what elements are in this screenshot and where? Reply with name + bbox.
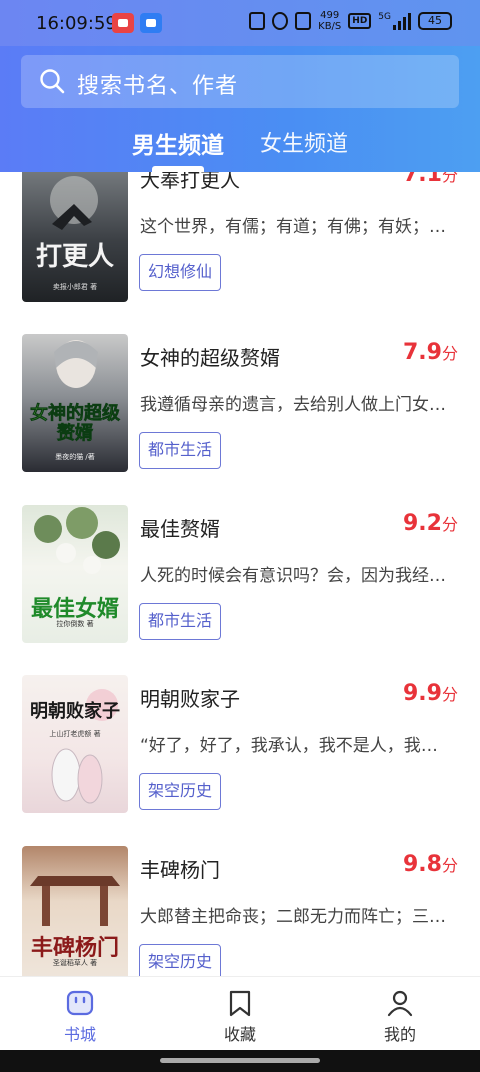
battery-icon: 45 (418, 12, 452, 30)
book-score: 9.8分 (403, 852, 458, 877)
score-unit: 分 (441, 856, 458, 875)
book-category-tag[interactable]: 幻想修仙 (139, 254, 222, 291)
list-item[interactable]: 最佳女婿 拉你倒数 著 最佳赘婿 9.2分 人死的时候会有意识吗？会，因为我经历… (0, 505, 480, 675)
tab-female-channel[interactable]: 女生频道 (260, 126, 348, 158)
book-category-tag[interactable]: 架空历史 (139, 773, 222, 810)
nav-bookstore[interactable]: 书城 (0, 977, 160, 1051)
book-description: 我遵循母亲的遗言，去给别人做上门女婿。 (140, 395, 450, 415)
cover-title: 女神的超级赘婿 (30, 403, 121, 444)
person-icon (387, 990, 413, 1017)
cover-artwork (51, 689, 118, 804)
cover-title: 打更人 (35, 242, 114, 272)
score-value: 9.8 (403, 852, 442, 877)
list-item[interactable]: 明朝败家子 上山打老虎额 著 明朝败家子 9.9分 “好了，好了，我承认，我不是… (0, 675, 480, 845)
book-description: 大郎替主把命丧；二郎无力而阵亡；三郎马踏如泥浆。 (140, 907, 450, 927)
search-icon (40, 69, 65, 94)
network-speed-value: 499 (320, 10, 340, 21)
score-unit: 分 (441, 172, 458, 185)
list-item[interactable]: 丰碑杨门 圣诞稻草人 著 丰碑杨门 9.8分 大郎替主把命丧；二郎无力而阵亡；三… (0, 846, 480, 976)
header: 16:09:59 499 KB/S HD 5G 45 搜索书名、作者 男生频道 (0, 0, 480, 172)
book-score: 7.1分 (403, 172, 458, 187)
book-cover[interactable]: 打更人 卖报小郎君 著 (22, 172, 128, 302)
book-score: 9.2分 (403, 511, 458, 536)
score-unit: 分 (441, 515, 458, 534)
cover-author: 墨夜的猫 /著 (55, 453, 95, 461)
book-category-tag[interactable]: 架空历史 (139, 944, 222, 976)
bottom-navigation: 书城 收藏 我的 (0, 976, 480, 1050)
list-item[interactable]: 女神的超级赘婿 墨夜的猫 /著 女神的超级赘婿 7.9分 我遵循母亲的遗言，去给… (0, 334, 480, 504)
list-item[interactable]: 打更人 卖报小郎君 著 大奉打更人 7.1分 这个世界，有儒；有道；有佛；有妖；… (0, 172, 480, 334)
cover-author: 拉你倒数 著 (56, 620, 94, 628)
cover-author: 圣诞稻草人 著 (52, 959, 98, 967)
book-cover[interactable]: 最佳女婿 拉你倒数 著 (22, 505, 128, 643)
book-title[interactable]: 最佳赘婿 (140, 513, 220, 542)
book-description: “好了，好了，我承认，我不是人，我是狗。” (140, 736, 450, 756)
status-bar: 16:09:59 499 KB/S HD 5G 45 (0, 0, 480, 46)
book-category-tag[interactable]: 都市生活 (139, 603, 222, 640)
cover-title: 明朝败家子 (30, 701, 120, 722)
gesture-bar[interactable] (0, 1050, 480, 1072)
book-cover[interactable]: 丰碑杨门 圣诞稻草人 著 (22, 846, 128, 976)
book-score: 7.9分 (403, 340, 458, 365)
score-value: 9.9 (403, 681, 442, 706)
hd-icon: HD (348, 13, 372, 29)
home-icon (66, 990, 94, 1016)
network-speed: 499 KB/S (318, 10, 341, 32)
search-placeholder: 搜索书名、作者 (77, 74, 239, 99)
book-title[interactable]: 丰碑杨门 (140, 854, 220, 883)
book-title[interactable]: 女神的超级赘婿 (140, 342, 280, 371)
book-title[interactable]: 大奉打更人 (140, 172, 240, 193)
book-category-tag[interactable]: 都市生活 (139, 432, 222, 469)
book-cover[interactable]: 女神的超级赘婿 墨夜的猫 /著 (22, 334, 128, 472)
book-cover[interactable]: 明朝败家子 上山打老虎额 著 (22, 675, 128, 813)
score-unit: 分 (441, 685, 458, 704)
nav-favorites[interactable]: 收藏 (160, 977, 320, 1051)
nav-favorites-label: 收藏 (223, 1025, 256, 1044)
nfc-icon (249, 12, 266, 30)
nav-profile[interactable]: 我的 (320, 977, 480, 1051)
status-time: 16:09:59 (36, 13, 117, 34)
book-description: 人死的时候会有意识吗？会，因为我经历过。 (140, 566, 450, 586)
network-type: 5G (378, 12, 391, 22)
cover-author: 上山打老虎额 著 (49, 730, 101, 738)
search-bar[interactable]: 搜索书名、作者 (21, 55, 459, 108)
book-description: 这个世界，有儒；有道；有佛；有妖；有术士。 (140, 217, 450, 237)
nav-bookstore-label: 书城 (63, 1025, 96, 1044)
alarm-icon (272, 12, 289, 30)
vibrate-icon (295, 12, 312, 30)
book-list[interactable]: 打更人 卖报小郎君 著 大奉打更人 7.1分 这个世界，有儒；有道；有佛；有妖；… (0, 172, 480, 976)
book-title[interactable]: 明朝败家子 (140, 683, 240, 712)
network-speed-unit: KB/S (318, 21, 342, 32)
score-value: 9.2 (403, 511, 442, 536)
nav-profile-label: 我的 (383, 1025, 416, 1044)
bookmark-icon (229, 990, 251, 1017)
signal-icon: 5G (378, 12, 411, 30)
score-value: 7.9 (403, 340, 442, 365)
book-score: 9.9分 (403, 681, 458, 706)
channel-tabs: 男生频道 女生频道 (0, 124, 480, 172)
notification-app-icon (112, 13, 134, 33)
tab-male-channel[interactable]: 男生频道 (132, 126, 224, 160)
notification-app-icon (140, 13, 162, 33)
score-unit: 分 (441, 344, 458, 363)
cover-author: 卖报小郎君 著 (52, 283, 98, 291)
score-value: 7.1 (403, 172, 442, 187)
